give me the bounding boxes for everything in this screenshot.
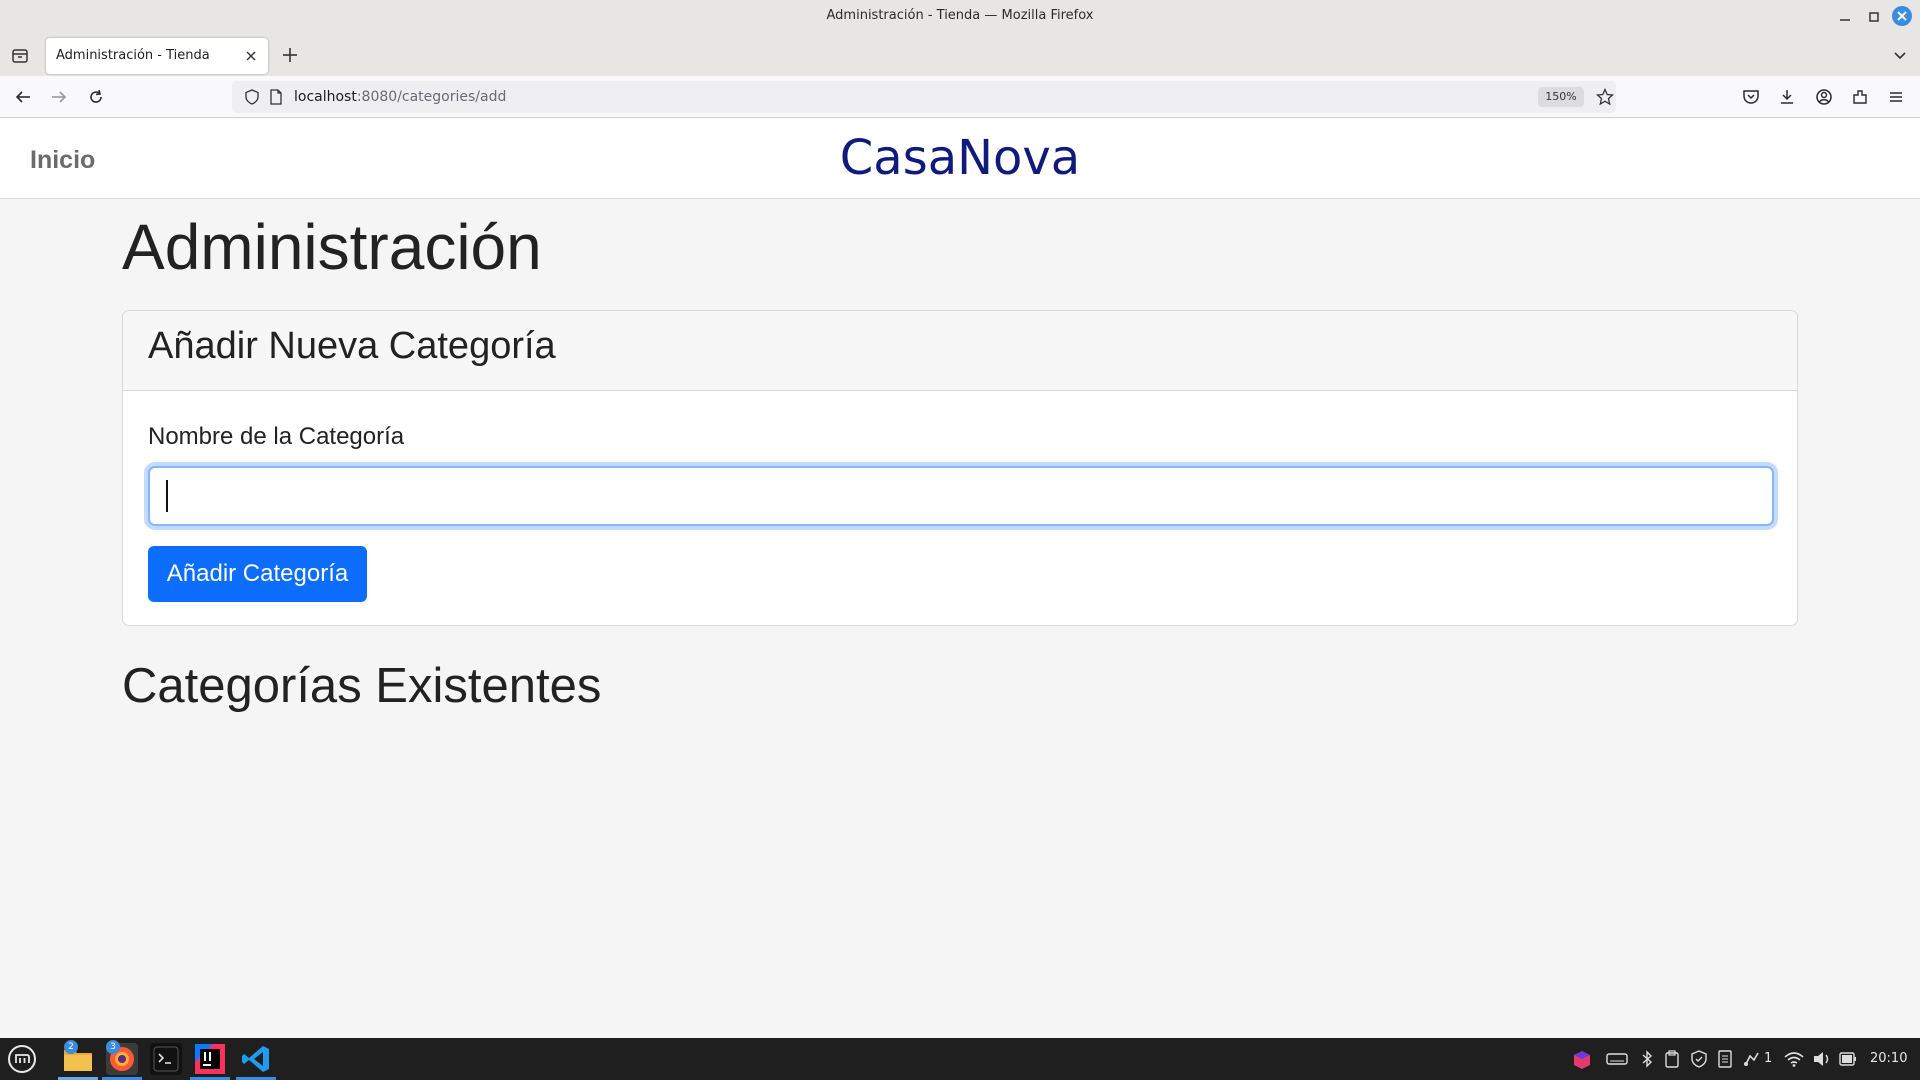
notifications-icon[interactable] [1742, 1050, 1760, 1068]
bookmark-star-icon[interactable] [1596, 88, 1614, 106]
page-content: Inicio CasaNova Administración Añadir Nu… [0, 118, 1920, 1038]
card-header: Añadir Nueva Categoría [123, 311, 1797, 391]
url-text[interactable]: localhost:8080/categories/add [294, 89, 506, 105]
url-host: localhost [294, 89, 357, 105]
close-tab-icon[interactable] [242, 47, 260, 65]
clock[interactable]: 20:10 [1870, 1051, 1907, 1066]
firefox-badge: 3 [106, 1040, 120, 1054]
clipboard-icon[interactable] [1663, 1050, 1681, 1068]
terminal-app-icon[interactable] [150, 1043, 182, 1075]
app-tray-icon[interactable] [1572, 1050, 1592, 1070]
tab-title: Administración - Tienda [56, 48, 210, 63]
site-header: Inicio CasaNova [0, 118, 1920, 199]
page-title: Administración [122, 211, 542, 283]
intellij-app-icon[interactable] [194, 1043, 226, 1075]
notifications-count: 1 [1764, 1051, 1773, 1066]
battery-icon[interactable] [1838, 1050, 1858, 1068]
drive-icon[interactable] [1606, 1050, 1628, 1068]
add-category-card: Añadir Nueva Categoría Nombre de la Cate… [122, 310, 1798, 626]
maximize-icon[interactable] [1863, 6, 1885, 28]
text-caret [166, 480, 168, 512]
window-title: Administración - Tienda — Mozilla Firefo… [826, 8, 1094, 23]
forward-icon[interactable] [48, 86, 70, 108]
volume-icon[interactable] [1812, 1050, 1832, 1068]
category-name-input[interactable] [148, 466, 1774, 526]
download-icon[interactable] [1776, 86, 1798, 108]
pocket-icon[interactable] [1740, 86, 1762, 108]
page-icon[interactable] [268, 89, 284, 105]
minimize-icon[interactable] [1834, 6, 1856, 28]
vscode-app-icon[interactable] [240, 1043, 272, 1075]
security-shield-icon[interactable] [1690, 1050, 1708, 1068]
account-icon[interactable] [1813, 86, 1835, 108]
chevron-down-icon[interactable] [1890, 45, 1910, 65]
files-badge: 2 [64, 1040, 78, 1054]
os-taskbar: 2 3 1 20:10 [0, 1038, 1920, 1080]
shield-icon[interactable] [244, 89, 260, 105]
close-window-icon[interactable] [1892, 6, 1912, 26]
tab-bar: Administración - Tienda [0, 34, 1920, 76]
add-category-button[interactable]: Añadir Categoría [148, 546, 367, 602]
hamburger-menu-icon[interactable] [1885, 86, 1907, 108]
tab-overview-icon[interactable] [10, 45, 30, 65]
start-menu-icon[interactable] [6, 1043, 38, 1075]
url-path: :8080/categories/add [356, 89, 507, 105]
zoom-level-badge[interactable]: 150% [1538, 87, 1584, 107]
url-bar[interactable]: localhost:8080/categories/add 150% [232, 81, 1616, 113]
category-name-label: Nombre de la Categoría [148, 423, 405, 450]
extensions-icon[interactable] [1849, 86, 1871, 108]
bluetooth-icon[interactable] [1638, 1050, 1656, 1068]
notes-icon[interactable] [1716, 1050, 1734, 1068]
navigation-toolbar: localhost:8080/categories/add 150% [0, 76, 1920, 118]
existing-categories-title: Categorías Existentes [122, 659, 602, 713]
wifi-icon[interactable] [1784, 1050, 1804, 1068]
window-titlebar: Administración - Tienda — Mozilla Firefo… [0, 0, 1920, 34]
card-title: Añadir Nueva Categoría [148, 325, 556, 367]
tab-administracion[interactable]: Administración - Tienda [46, 38, 268, 74]
back-icon[interactable] [12, 86, 34, 108]
new-tab-icon[interactable] [280, 45, 300, 65]
site-brand[interactable]: CasaNova [0, 130, 1920, 186]
reload-icon[interactable] [85, 86, 107, 108]
